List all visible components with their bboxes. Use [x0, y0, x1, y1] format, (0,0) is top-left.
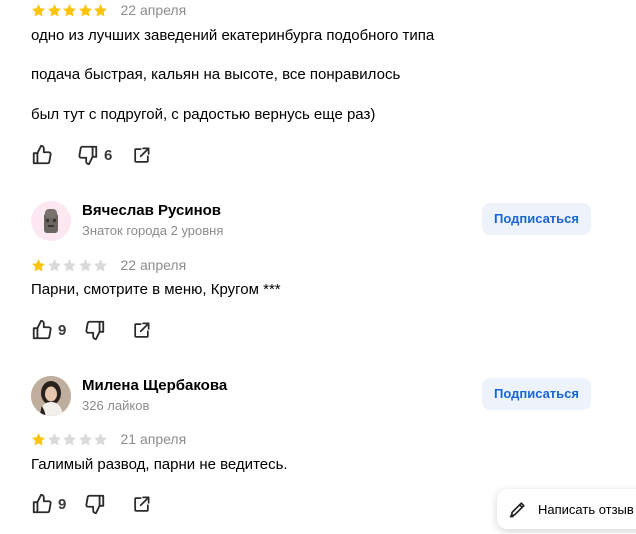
share-button[interactable]: [132, 146, 151, 165]
avatar[interactable]: [31, 376, 71, 416]
star-icon: [47, 258, 62, 273]
subscribe-button[interactable]: Подписаться: [481, 378, 591, 410]
author-name[interactable]: Милена Щербакова: [82, 377, 227, 394]
star-icon: [93, 432, 108, 447]
dislike-count: 6: [104, 146, 113, 164]
rating-stars: 22 апреля: [31, 255, 186, 275]
star-icon: [47, 3, 62, 18]
star-icon: [78, 3, 93, 18]
share-icon: [134, 496, 150, 512]
review-date: 21 апреля: [120, 431, 187, 447]
pencil-icon: [509, 502, 525, 518]
rating-stars: 22 апреля: [31, 0, 186, 20]
review-date: 22 апреля: [120, 257, 187, 273]
thumb-up-icon: [32, 493, 52, 514]
star-icon: [62, 258, 77, 273]
share-icon: [134, 147, 150, 163]
author-likes: 326 лайков: [82, 398, 150, 413]
like-count: 9: [58, 321, 67, 339]
review-actions: 9: [31, 492, 151, 516]
review-author: Милена Щербакова 326 лайков Подписаться: [31, 376, 591, 416]
share-button[interactable]: [132, 495, 151, 514]
review-text: Парни, смотрите в меню, Кругом ***: [31, 281, 281, 298]
star-icon: [93, 3, 108, 18]
star-icon: [31, 258, 46, 273]
author-level: Знаток города 2 уровня: [82, 223, 224, 238]
dislike-button[interactable]: 6: [77, 144, 112, 166]
review-author: Вячеслав Русинов Знаток города 2 уровня …: [31, 201, 591, 241]
star-icon: [62, 432, 77, 447]
thumb-up-icon: [32, 144, 52, 165]
thumb-down-icon: [85, 494, 105, 515]
star-icon: [31, 432, 46, 447]
dislike-button[interactable]: [84, 493, 111, 515]
like-button[interactable]: 9: [31, 493, 66, 515]
thumb-up-icon: [32, 319, 52, 340]
review-text: подача быстрая, кальян на высоте, все по…: [31, 66, 401, 83]
star-icon: [31, 3, 46, 18]
review-date: 22 апреля: [120, 2, 187, 18]
write-review-label: Написать отзыв: [538, 501, 634, 517]
star-icon: [93, 258, 108, 273]
review-text: был тут с подругой, с радостью вернусь е…: [31, 106, 376, 123]
thumb-down-icon: [85, 320, 105, 341]
share-icon: [134, 322, 150, 338]
star-icon: [78, 432, 93, 447]
share-button[interactable]: [132, 321, 151, 340]
like-count: 9: [58, 495, 67, 513]
review-actions: 6: [31, 143, 151, 167]
author-name[interactable]: Вячеслав Русинов: [82, 202, 221, 219]
review-text: Галимый развод, парни не ведитесь.: [31, 456, 288, 473]
thumb-down-icon: [78, 145, 98, 166]
star-icon: [78, 258, 93, 273]
like-button[interactable]: [31, 144, 58, 166]
like-button[interactable]: 9: [31, 319, 66, 341]
subscribe-button[interactable]: Подписаться: [481, 203, 591, 235]
rating-stars: 21 апреля: [31, 429, 186, 449]
review-text: одно из лучших заведений екатеринбурга п…: [31, 27, 435, 44]
star-icon: [47, 432, 62, 447]
star-icon: [62, 3, 77, 18]
dislike-button[interactable]: [84, 319, 111, 341]
review-actions: 9: [31, 318, 151, 342]
avatar[interactable]: [31, 201, 71, 241]
write-review-button[interactable]: Написать отзыв: [497, 489, 636, 529]
reviews-page: 22 апреля одно из лучших заведений екате…: [0, 0, 636, 534]
